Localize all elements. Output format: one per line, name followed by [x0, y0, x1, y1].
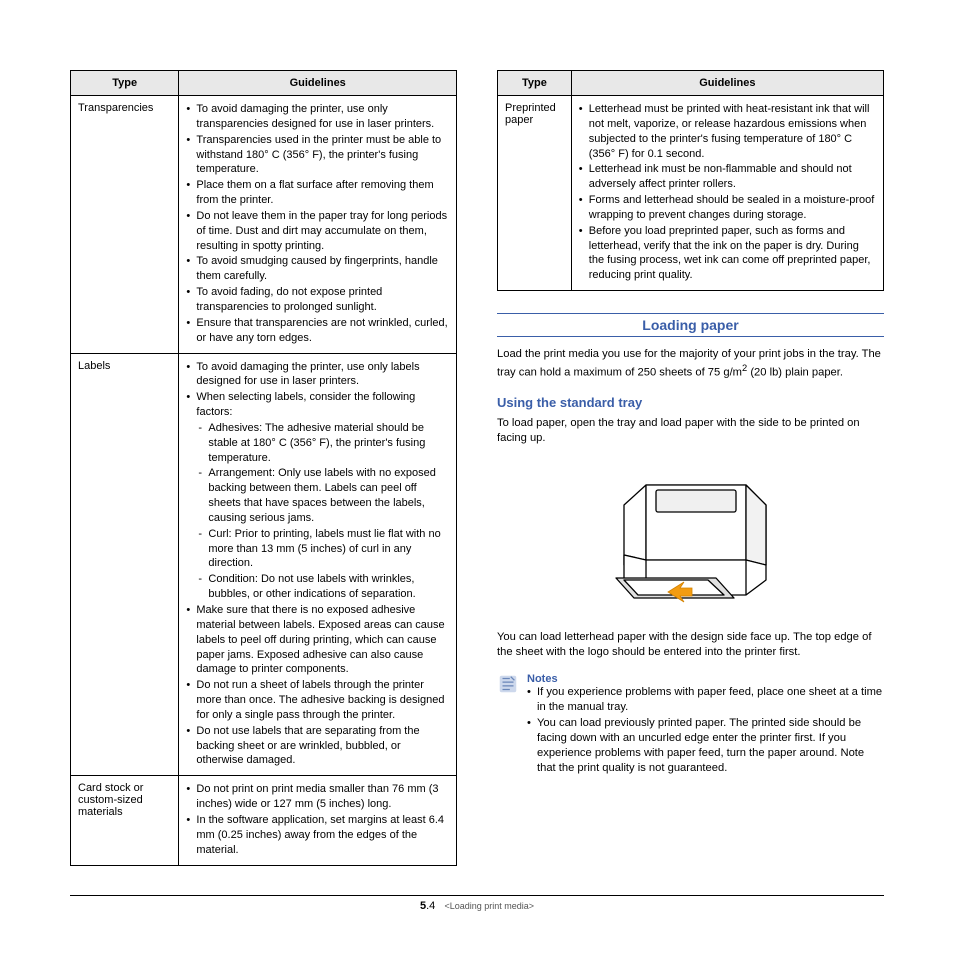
guidelines-table-left: Type Guidelines Transparencies To avoid …	[70, 70, 457, 866]
table-row: Labels To avoid damaging the printer, us…	[71, 353, 457, 776]
guidelines-cell: To avoid damaging the printer, use only …	[179, 96, 457, 354]
type-cell: Preprinted paper	[498, 96, 572, 291]
th-type: Type	[71, 71, 179, 96]
notes-icon	[497, 673, 519, 695]
guidelines-cell: Do not print on print media smaller than…	[179, 776, 457, 865]
after-image-text: You can load letterhead paper with the d…	[497, 630, 884, 660]
note-item: If you experience problems with paper fe…	[527, 685, 884, 715]
printer-illustration-icon	[586, 460, 796, 620]
page-footer: 5.4 <Loading print media>	[70, 895, 884, 912]
th-type: Type	[498, 71, 572, 96]
guidelines-cell: To avoid damaging the printer, use only …	[179, 353, 457, 776]
th-guidelines: Guidelines	[179, 71, 457, 96]
subsection-title: Using the standard tray	[497, 395, 884, 410]
section-title: Loading paper	[497, 313, 884, 337]
subsection-text: To load paper, open the tray and load pa…	[497, 416, 884, 446]
type-cell: Card stock or custom-sized materials	[71, 776, 179, 865]
th-guidelines: Guidelines	[571, 71, 883, 96]
table-row: Card stock or custom-sized materials Do …	[71, 776, 457, 865]
guidelines-cell: Letterhead must be printed with heat-res…	[571, 96, 883, 291]
type-cell: Labels	[71, 353, 179, 776]
notes-block: Notes If you experience problems with pa…	[497, 673, 884, 778]
guidelines-table-right: Type Guidelines Preprinted paper Letterh…	[497, 70, 884, 291]
table-row: Transparencies To avoid damaging the pri…	[71, 96, 457, 354]
table-row: Preprinted paper Letterhead must be prin…	[498, 96, 884, 291]
notes-title: Notes	[527, 673, 884, 685]
section-intro: Load the print media you use for the maj…	[497, 347, 884, 381]
note-item: You can load previously printed paper. T…	[527, 716, 884, 776]
left-column: Type Guidelines Transparencies To avoid …	[70, 70, 457, 866]
type-cell: Transparencies	[71, 96, 179, 354]
right-column: Type Guidelines Preprinted paper Letterh…	[497, 70, 884, 866]
